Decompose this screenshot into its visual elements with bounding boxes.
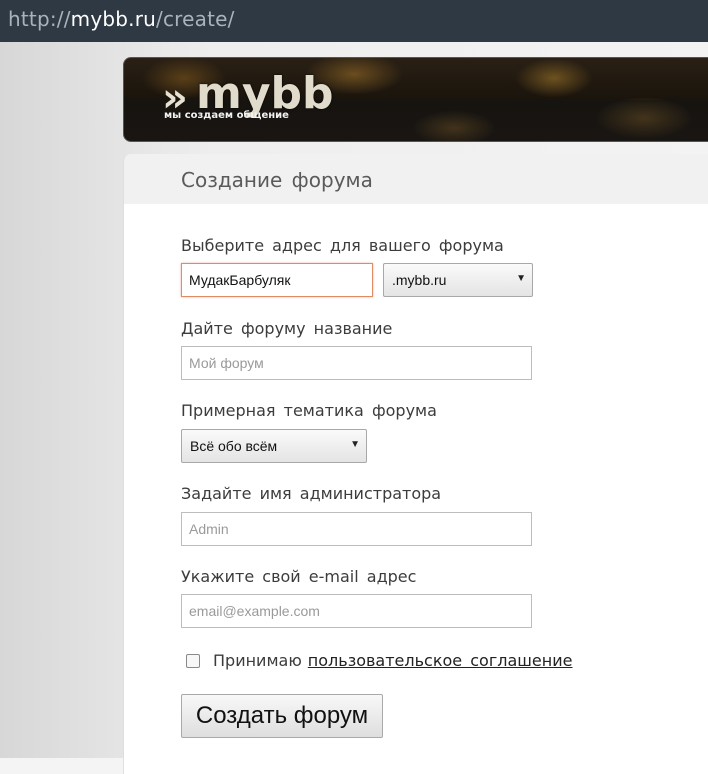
agreement-checkbox[interactable]	[186, 654, 200, 668]
forum-name-input[interactable]: Мой форум	[181, 346, 532, 380]
address-bar[interactable]: http://mybb.ru/create/	[0, 0, 708, 42]
accept-label: Принимаю	[213, 651, 302, 670]
panel-header: Создание форума	[124, 154, 708, 204]
agreement-text: Принимаю пользовательское соглашение	[213, 651, 572, 670]
url-host: mybb.ru	[70, 7, 157, 31]
topic-select[interactable]: Всё обо всём ▼	[181, 429, 367, 463]
email-input[interactable]: email@example.com	[181, 594, 532, 628]
agreement-link[interactable]: пользовательское соглашение	[308, 651, 573, 670]
topic-select-value: Всё обо всём	[190, 438, 278, 454]
domain-select-value: .mybb.ru	[392, 272, 447, 288]
address-input[interactable]: МудакБарбуляк	[181, 263, 373, 297]
site-banner: » mybb мы создаем общение	[123, 57, 708, 142]
admin-label: Задайте имя администратора	[181, 484, 442, 503]
url-protocol: http://	[8, 7, 71, 31]
email-label: Укажите свой e-mail адрес	[181, 567, 417, 586]
address-label: Выберите адрес для вашего форума	[181, 236, 504, 255]
create-forum-panel: Создание форума Выберите адрес для вашег…	[123, 154, 708, 774]
create-forum-button[interactable]: Создать форум	[181, 694, 383, 738]
chevron-down-icon: ▼	[516, 273, 526, 284]
topic-label: Примерная тематика форума	[181, 401, 437, 420]
page-title: Создание форума	[181, 168, 373, 192]
logo-tagline: мы создаем общение	[164, 110, 289, 121]
domain-select[interactable]: .mybb.ru ▼	[383, 263, 533, 297]
chevron-down-icon: ▼	[350, 439, 360, 450]
url-path: /create/	[156, 7, 235, 31]
name-label: Дайте форуму название	[181, 319, 393, 338]
admin-name-input[interactable]: Admin	[181, 512, 532, 546]
